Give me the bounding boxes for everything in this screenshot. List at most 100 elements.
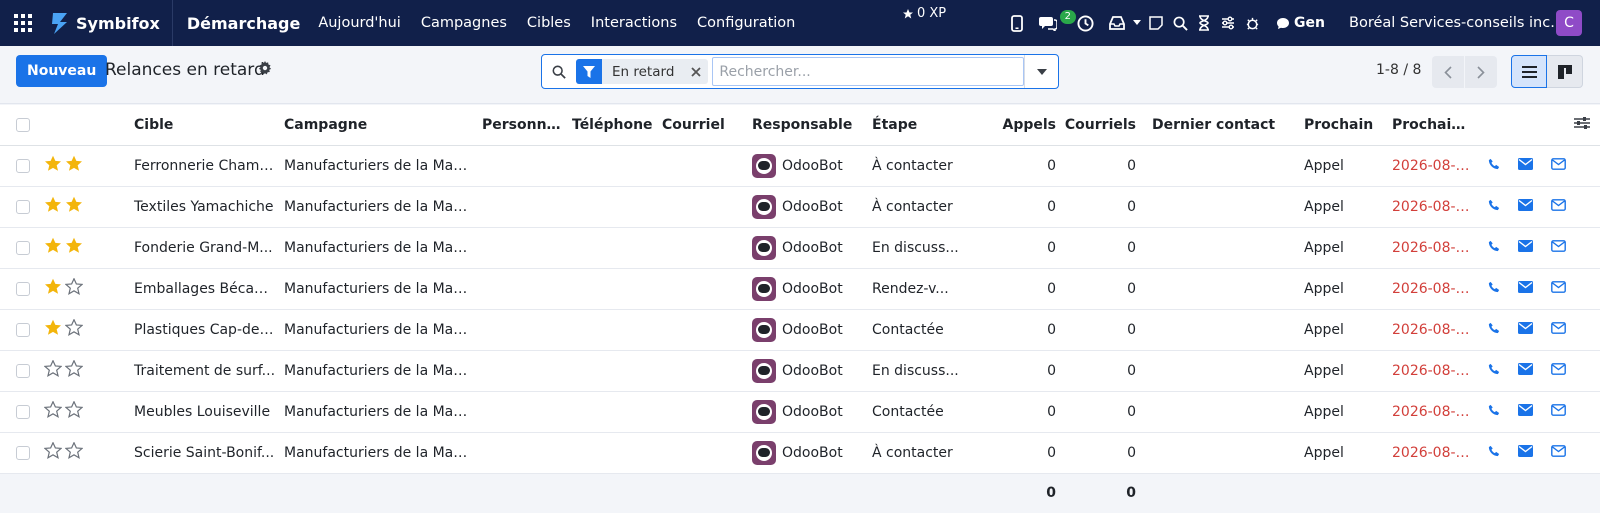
row-checkbox[interactable] [16,363,30,378]
star-icon[interactable] [65,155,83,176]
company-switcher[interactable]: Boréal Services-conseils inc. [1349,0,1555,46]
bug-icon[interactable] [1240,0,1264,46]
menu-item-targets[interactable]: Cibles [517,0,581,46]
pager-next[interactable] [1465,56,1497,88]
brand[interactable]: Symbifox [46,0,173,46]
table-row[interactable]: Textiles Yamachiche Manufacturiers de la … [0,186,1600,228]
envelope-outline-icon[interactable] [1551,321,1566,338]
kanban-view-button[interactable] [1547,55,1583,88]
envelope-outline-icon[interactable] [1551,239,1566,256]
note-icon[interactable] [1144,0,1168,46]
envelope-filled-icon[interactable] [1518,362,1533,379]
phone-icon[interactable] [1488,199,1500,215]
envelope-filled-icon[interactable] [1518,321,1533,338]
table-row[interactable]: Fonderie Grand-M... Manufacturiers de la … [0,227,1600,269]
table-row[interactable]: Traitement de surf... Manufacturiers de l… [0,350,1600,392]
column-responsable[interactable]: Responsable [748,105,868,146]
phone-icon[interactable] [1488,445,1500,461]
star-icon[interactable] [65,196,83,217]
envelope-filled-icon[interactable] [1518,444,1533,461]
envelope-outline-icon[interactable] [1551,198,1566,215]
row-checkbox[interactable] [16,199,30,214]
star-icon[interactable] [64,441,84,463]
pager-value[interactable]: 1-8 / 8 [1376,62,1421,78]
star-icon[interactable] [64,318,84,340]
column-courriels[interactable]: Courriels [1060,105,1140,146]
column-dernier-contact[interactable]: Dernier contact [1140,105,1300,146]
phone-icon[interactable] [1488,322,1500,338]
row-checkbox[interactable] [16,158,30,173]
row-checkbox[interactable] [16,240,30,255]
envelope-filled-icon[interactable] [1518,157,1533,174]
menu-item-interactions[interactable]: Interactions [581,0,687,46]
row-checkbox[interactable] [16,281,30,296]
star-icon[interactable] [65,237,83,258]
star-icon[interactable] [64,277,84,299]
user-avatar[interactable]: C [1556,10,1582,36]
phone-icon[interactable] [1488,240,1500,256]
star-icon[interactable] [44,319,62,340]
star-icon[interactable] [43,400,63,422]
star-icon[interactable] [64,400,84,422]
envelope-filled-icon[interactable] [1518,198,1533,215]
table-row[interactable]: Meubles Louiseville Manufacturiers de la … [0,391,1600,433]
select-all-checkbox[interactable] [16,117,30,132]
gear-icon[interactable] [258,61,272,79]
star-icon[interactable] [44,155,62,176]
inbox-icon[interactable] [1104,0,1130,46]
phone-icon[interactable] [1488,281,1500,297]
envelope-outline-icon[interactable] [1551,444,1566,461]
row-checkbox[interactable] [16,445,30,460]
column-prochain[interactable]: Prochain [1300,105,1388,146]
star-icon[interactable] [43,359,63,381]
star-icon[interactable] [64,359,84,381]
column-telephone[interactable]: Téléphone [568,105,658,146]
gen-assistant-button[interactable]: Gen [1276,15,1325,31]
column-cible[interactable]: Cible [130,105,280,146]
messages-icon[interactable]: 2 [1030,0,1076,46]
hourglass-icon[interactable] [1192,0,1216,46]
column-personne[interactable]: Personne... [478,105,568,146]
envelope-outline-icon[interactable] [1551,403,1566,420]
pager-previous[interactable] [1432,56,1464,88]
caret-down-icon[interactable] [1130,0,1144,46]
row-checkbox[interactable] [16,404,30,419]
xp-indicator[interactable]: 0 XP [902,6,946,21]
column-campagne[interactable]: Campagne [280,105,478,146]
module-name[interactable]: Démarchage [187,14,300,33]
star-icon[interactable] [44,196,62,217]
table-row[interactable]: Emballages Bécan... Manufacturiers de la … [0,268,1600,310]
app-menu-icon[interactable] [0,0,46,46]
phone-icon[interactable] [1488,404,1500,420]
new-button[interactable]: Nouveau [16,55,108,87]
star-icon[interactable] [43,441,63,463]
row-checkbox[interactable] [16,322,30,337]
table-row[interactable]: Ferronnerie Champ... Manufacturiers de la… [0,145,1600,187]
envelope-filled-icon[interactable] [1518,239,1533,256]
column-appels[interactable]: Appels [978,105,1060,146]
search-icon[interactable] [1168,0,1192,46]
close-icon[interactable] [684,66,708,77]
phone-icon[interactable] [1004,0,1030,46]
table-row[interactable]: Scierie Saint-Bonif... Manufacturiers de … [0,432,1600,474]
column-etape[interactable]: Étape [868,105,978,146]
star-icon[interactable] [44,278,62,299]
optional-columns-toggle[interactable] [1476,105,1600,146]
star-icon[interactable] [44,237,62,258]
envelope-filled-icon[interactable] [1518,403,1533,420]
phone-icon[interactable] [1488,363,1500,379]
sliders-icon[interactable] [1216,0,1240,46]
column-prochain-date[interactable]: Prochain... [1388,105,1476,146]
menu-item-today[interactable]: Aujourd'hui [308,0,411,46]
clock-icon[interactable] [1066,0,1104,46]
envelope-outline-icon[interactable] [1551,157,1566,174]
envelope-outline-icon[interactable] [1551,362,1566,379]
envelope-outline-icon[interactable] [1551,280,1566,297]
list-view-button[interactable] [1511,55,1547,88]
phone-icon[interactable] [1488,158,1500,174]
column-courriel[interactable]: Courriel [658,105,748,146]
menu-item-configuration[interactable]: Configuration [687,0,805,46]
table-row[interactable]: Plastiques Cap-de-... Manufacturiers de l… [0,309,1600,351]
envelope-filled-icon[interactable] [1518,280,1533,297]
search-input[interactable] [712,57,1024,86]
